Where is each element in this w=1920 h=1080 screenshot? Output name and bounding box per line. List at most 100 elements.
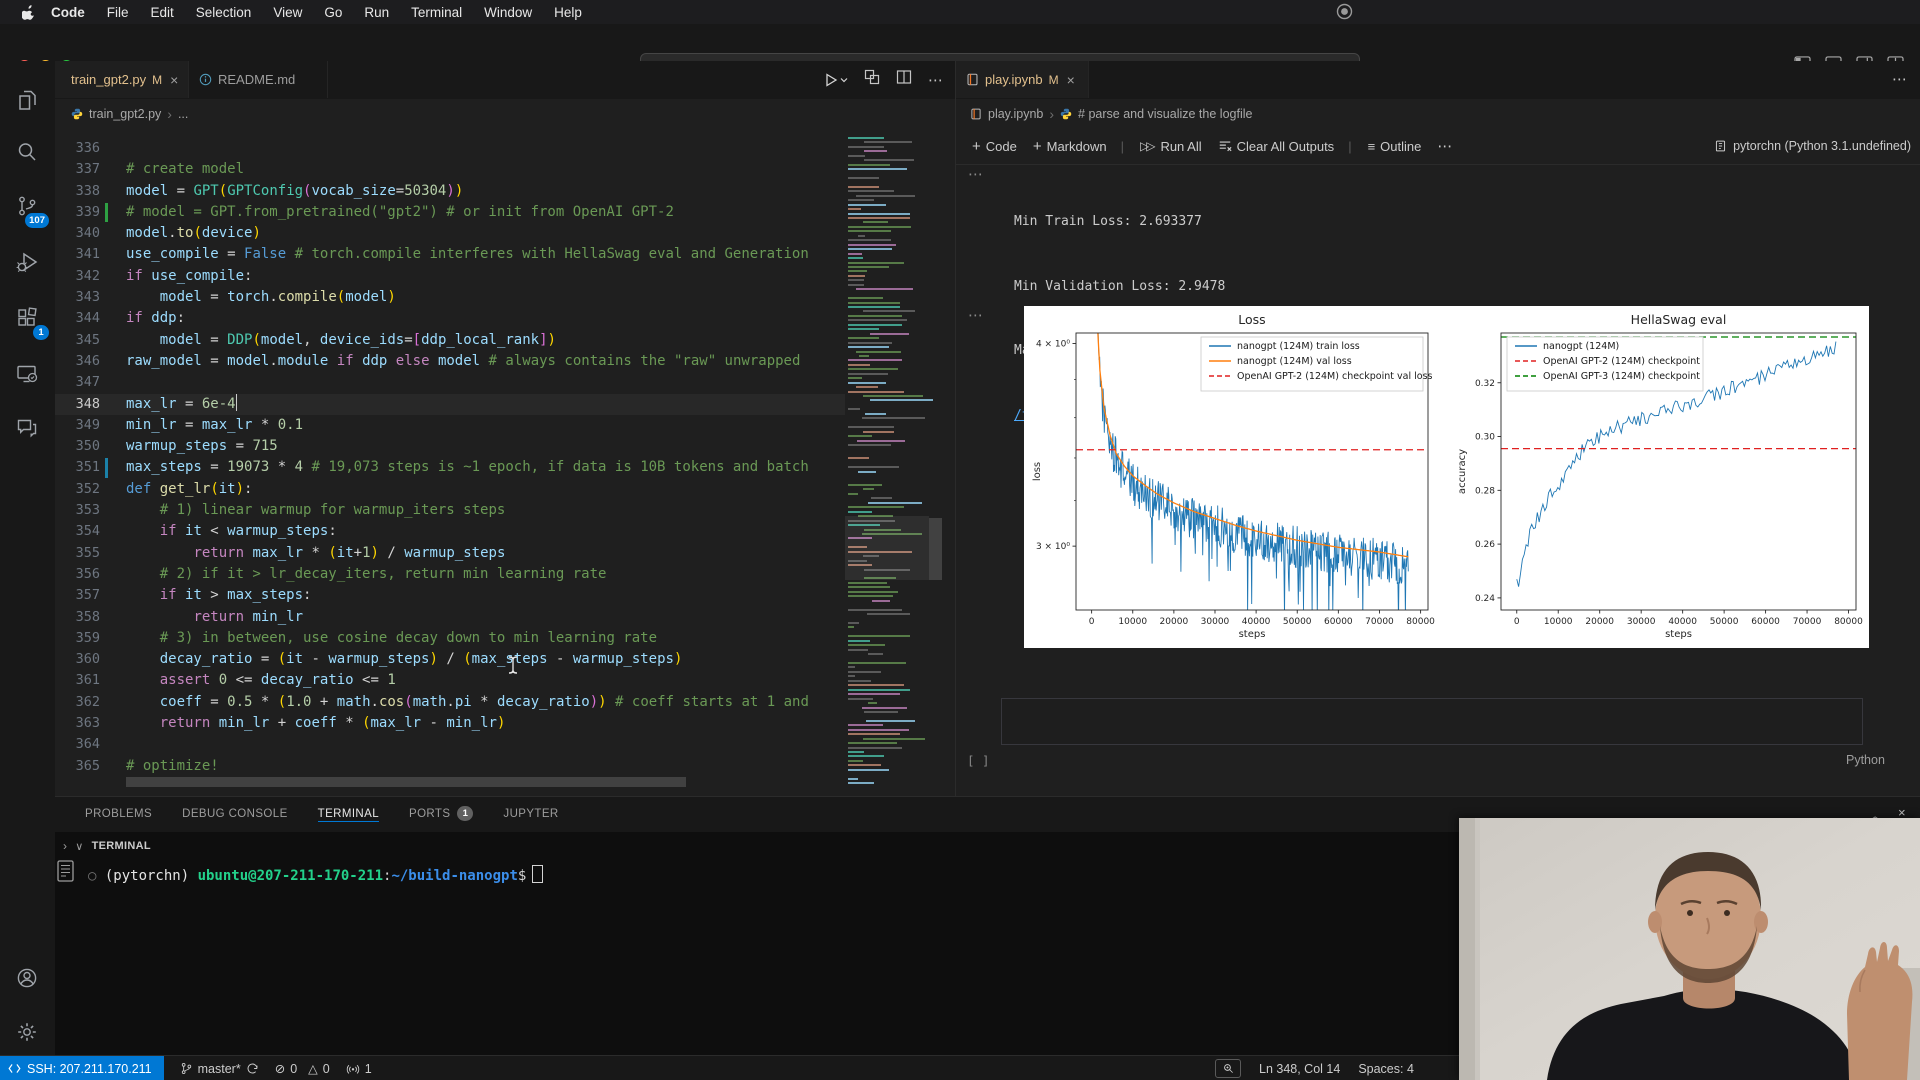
cell-language-label[interactable]: Python xyxy=(1846,753,1885,767)
tab-debug-console[interactable]: DEBUG CONSOLE xyxy=(182,808,288,822)
toolbar-more-icon[interactable]: ⋯ xyxy=(1437,137,1452,155)
menu-file[interactable]: File xyxy=(96,5,140,20)
breadcrumb[interactable]: train_gpt2.py › ... xyxy=(55,99,955,128)
outline-button[interactable]: ≡ Outline xyxy=(1368,139,1422,154)
code-line[interactable]: 350 warmup_steps = 715 xyxy=(55,436,845,457)
code-line[interactable]: 356 # 2) if it > lr_decay_iters, return … xyxy=(55,564,845,585)
search-icon[interactable] xyxy=(8,133,46,171)
tab-train-gpt2[interactable]: train_gpt2.py M × xyxy=(55,61,189,98)
code-line[interactable]: 353 # 1) linear warmup for warmup_iters … xyxy=(55,500,845,521)
settings-gear-icon[interactable] xyxy=(8,1013,46,1051)
close-tab-icon[interactable]: × xyxy=(1067,72,1075,88)
kernel-picker[interactable]: pytorchn (Python 3.1.undefined) xyxy=(1714,139,1911,153)
add-code-cell-button[interactable]: + Code xyxy=(972,138,1017,155)
run-all-button[interactable]: ▷▷ Run All xyxy=(1140,139,1202,154)
horizontal-scrollbar[interactable] xyxy=(126,777,686,787)
code-line[interactable]: 338 model = GPT(GPTConfig(vocab_size=5030… xyxy=(55,181,845,202)
menu-edit[interactable]: Edit xyxy=(140,5,185,20)
cursor-position[interactable]: Ln 348, Col 14 xyxy=(1259,1062,1340,1076)
split-editor-icon[interactable] xyxy=(896,69,912,90)
editor-group-right[interactable]: play.ipynb M × ⋯ play.ipynb › # parse an… xyxy=(955,61,1920,796)
apple-icon[interactable] xyxy=(22,4,36,21)
menu-help[interactable]: Help xyxy=(543,5,593,20)
code-line[interactable]: 342 if use_compile: xyxy=(55,266,845,287)
code-line[interactable]: 363 return min_lr + coeff * (max_lr - mi… xyxy=(55,713,845,734)
code-line[interactable]: 362 coeff = 0.5 * (1.0 + math.cos(math.p… xyxy=(55,692,845,713)
code-line[interactable]: 358 return min_lr xyxy=(55,607,845,628)
breadcrumb-cell[interactable]: # parse and visualize the logfile xyxy=(1078,107,1252,121)
empty-code-cell[interactable] xyxy=(1001,698,1863,745)
code-line[interactable]: 359 # 3) in between, use cosine decay do… xyxy=(55,628,845,649)
breadcrumb-file[interactable]: train_gpt2.py xyxy=(89,107,161,121)
code-line[interactable]: 365 # optimize! xyxy=(55,756,845,777)
open-changes-icon[interactable] xyxy=(864,69,880,90)
code-line[interactable]: 364 xyxy=(55,734,845,755)
more-actions-icon[interactable]: ⋯ xyxy=(1892,70,1907,88)
minimap[interactable] xyxy=(845,128,933,788)
code-line[interactable]: 351 max_steps = 19073 * 4 # 19,073 steps … xyxy=(55,457,845,478)
menu-view[interactable]: View xyxy=(262,5,313,20)
code-line[interactable]: 354 if it < warmup_steps: xyxy=(55,521,845,542)
terminal-prompt[interactable]: ○ (pytorchn) ubuntu@207-211-170-211:~/bu… xyxy=(88,865,544,884)
menu-run[interactable]: Run xyxy=(353,5,400,20)
chevron-down-icon[interactable]: ∨ xyxy=(75,840,83,853)
chevron-right-icon[interactable]: › xyxy=(63,839,67,853)
code-line[interactable]: 339 # model = GPT.from_pretrained("gpt2")… xyxy=(55,202,845,223)
extensions-icon[interactable]: 1 xyxy=(8,299,49,340)
ports-indicator[interactable]: 1 xyxy=(346,1062,372,1076)
code-line[interactable]: 340 model.to(device) xyxy=(55,223,845,244)
accounts-icon[interactable] xyxy=(8,959,46,997)
menu-selection[interactable]: Selection xyxy=(185,5,263,20)
terminal-tabs-icon[interactable] xyxy=(55,859,77,888)
terminal-section-label[interactable]: TERMINAL xyxy=(92,840,151,852)
code-line[interactable]: 348 max_lr = 6e-4 xyxy=(55,393,845,415)
vertical-scrollbar[interactable] xyxy=(929,518,942,580)
tab-problems[interactable]: PROBLEMS xyxy=(85,808,152,822)
code-line[interactable]: 360 decay_ratio = (it - warmup_steps) / … xyxy=(55,649,845,670)
run-debug-icon[interactable] xyxy=(8,243,46,281)
git-branch-indicator[interactable]: master* xyxy=(180,1062,259,1076)
menu-window[interactable]: Window xyxy=(473,5,543,20)
zoom-indicator-icon[interactable] xyxy=(1215,1059,1241,1078)
close-tab-icon[interactable]: × xyxy=(170,72,178,88)
tab-jupyter[interactable]: JUPYTER xyxy=(503,808,558,822)
code-line[interactable]: 345 model = DDP(model, device_ids=[ddp_l… xyxy=(55,330,845,351)
code-line[interactable]: 347 xyxy=(55,372,845,393)
code-line[interactable]: 357 if it > max_steps: xyxy=(55,585,845,606)
cell-toolbar-more-icon[interactable]: ⋯ xyxy=(968,306,983,324)
editor-group-left[interactable]: train_gpt2.py M × README.md ⋯ train_gpt2… xyxy=(55,61,955,796)
code-line[interactable]: 349 min_lr = max_lr * 0.1 xyxy=(55,415,845,436)
cell-toolbar-more-icon[interactable]: ⋯ xyxy=(968,165,983,183)
code-line[interactable]: 336 xyxy=(55,138,845,159)
tab-play-ipynb[interactable]: play.ipynb M × xyxy=(956,61,1089,98)
add-markdown-cell-button[interactable]: + Markdown xyxy=(1033,138,1107,155)
code-line[interactable]: 343 model = torch.compile(model) xyxy=(55,287,845,308)
clear-all-outputs-button[interactable]: Clear All Outputs xyxy=(1218,139,1334,154)
menu-go[interactable]: Go xyxy=(313,5,353,20)
problems-indicator[interactable]: ⊘ 0 △ 0 xyxy=(275,1061,330,1077)
more-actions-icon[interactable]: ⋯ xyxy=(928,71,943,89)
notebook-breadcrumb[interactable]: play.ipynb › # parse and visualize the l… xyxy=(956,99,1920,128)
remote-indicator[interactable]: SSH: 207.211.170.211 xyxy=(0,1056,164,1080)
explorer-icon[interactable] xyxy=(8,81,46,119)
menu-terminal[interactable]: Terminal xyxy=(400,5,473,20)
tab-ports[interactable]: PORTS 1 xyxy=(409,806,474,823)
code-line[interactable]: 352 def get_lr(it): xyxy=(55,479,845,500)
code-line[interactable]: 341 use_compile = False # torch.compile i… xyxy=(55,244,845,265)
source-control-icon[interactable]: 107 xyxy=(8,187,49,228)
indentation-setting[interactable]: Spaces: 4 xyxy=(1358,1062,1414,1076)
menu-code[interactable]: Code xyxy=(40,5,96,20)
code-line[interactable]: 355 return max_lr * (it+1) / warmup_step… xyxy=(55,543,845,564)
remote-explorer-icon[interactable] xyxy=(8,355,46,393)
code-line[interactable]: 346 raw_model = model.module if ddp else … xyxy=(55,351,845,372)
breadcrumb-symbol[interactable]: ... xyxy=(178,107,188,121)
comments-icon[interactable] xyxy=(8,409,46,447)
code-line[interactable]: 337 # create model xyxy=(55,159,845,180)
tab-terminal[interactable]: TERMINAL xyxy=(317,808,379,822)
minimap-viewport[interactable] xyxy=(845,516,929,580)
breadcrumb-file[interactable]: play.ipynb xyxy=(988,107,1043,121)
code-line[interactable]: 361 assert 0 <= decay_ratio <= 1 xyxy=(55,670,845,691)
code-editor[interactable]: 336 337 # create model 338 model = GPT(GPTCo… xyxy=(55,138,845,777)
tab-readme[interactable]: README.md xyxy=(189,61,328,98)
run-python-file-icon[interactable] xyxy=(823,72,848,88)
